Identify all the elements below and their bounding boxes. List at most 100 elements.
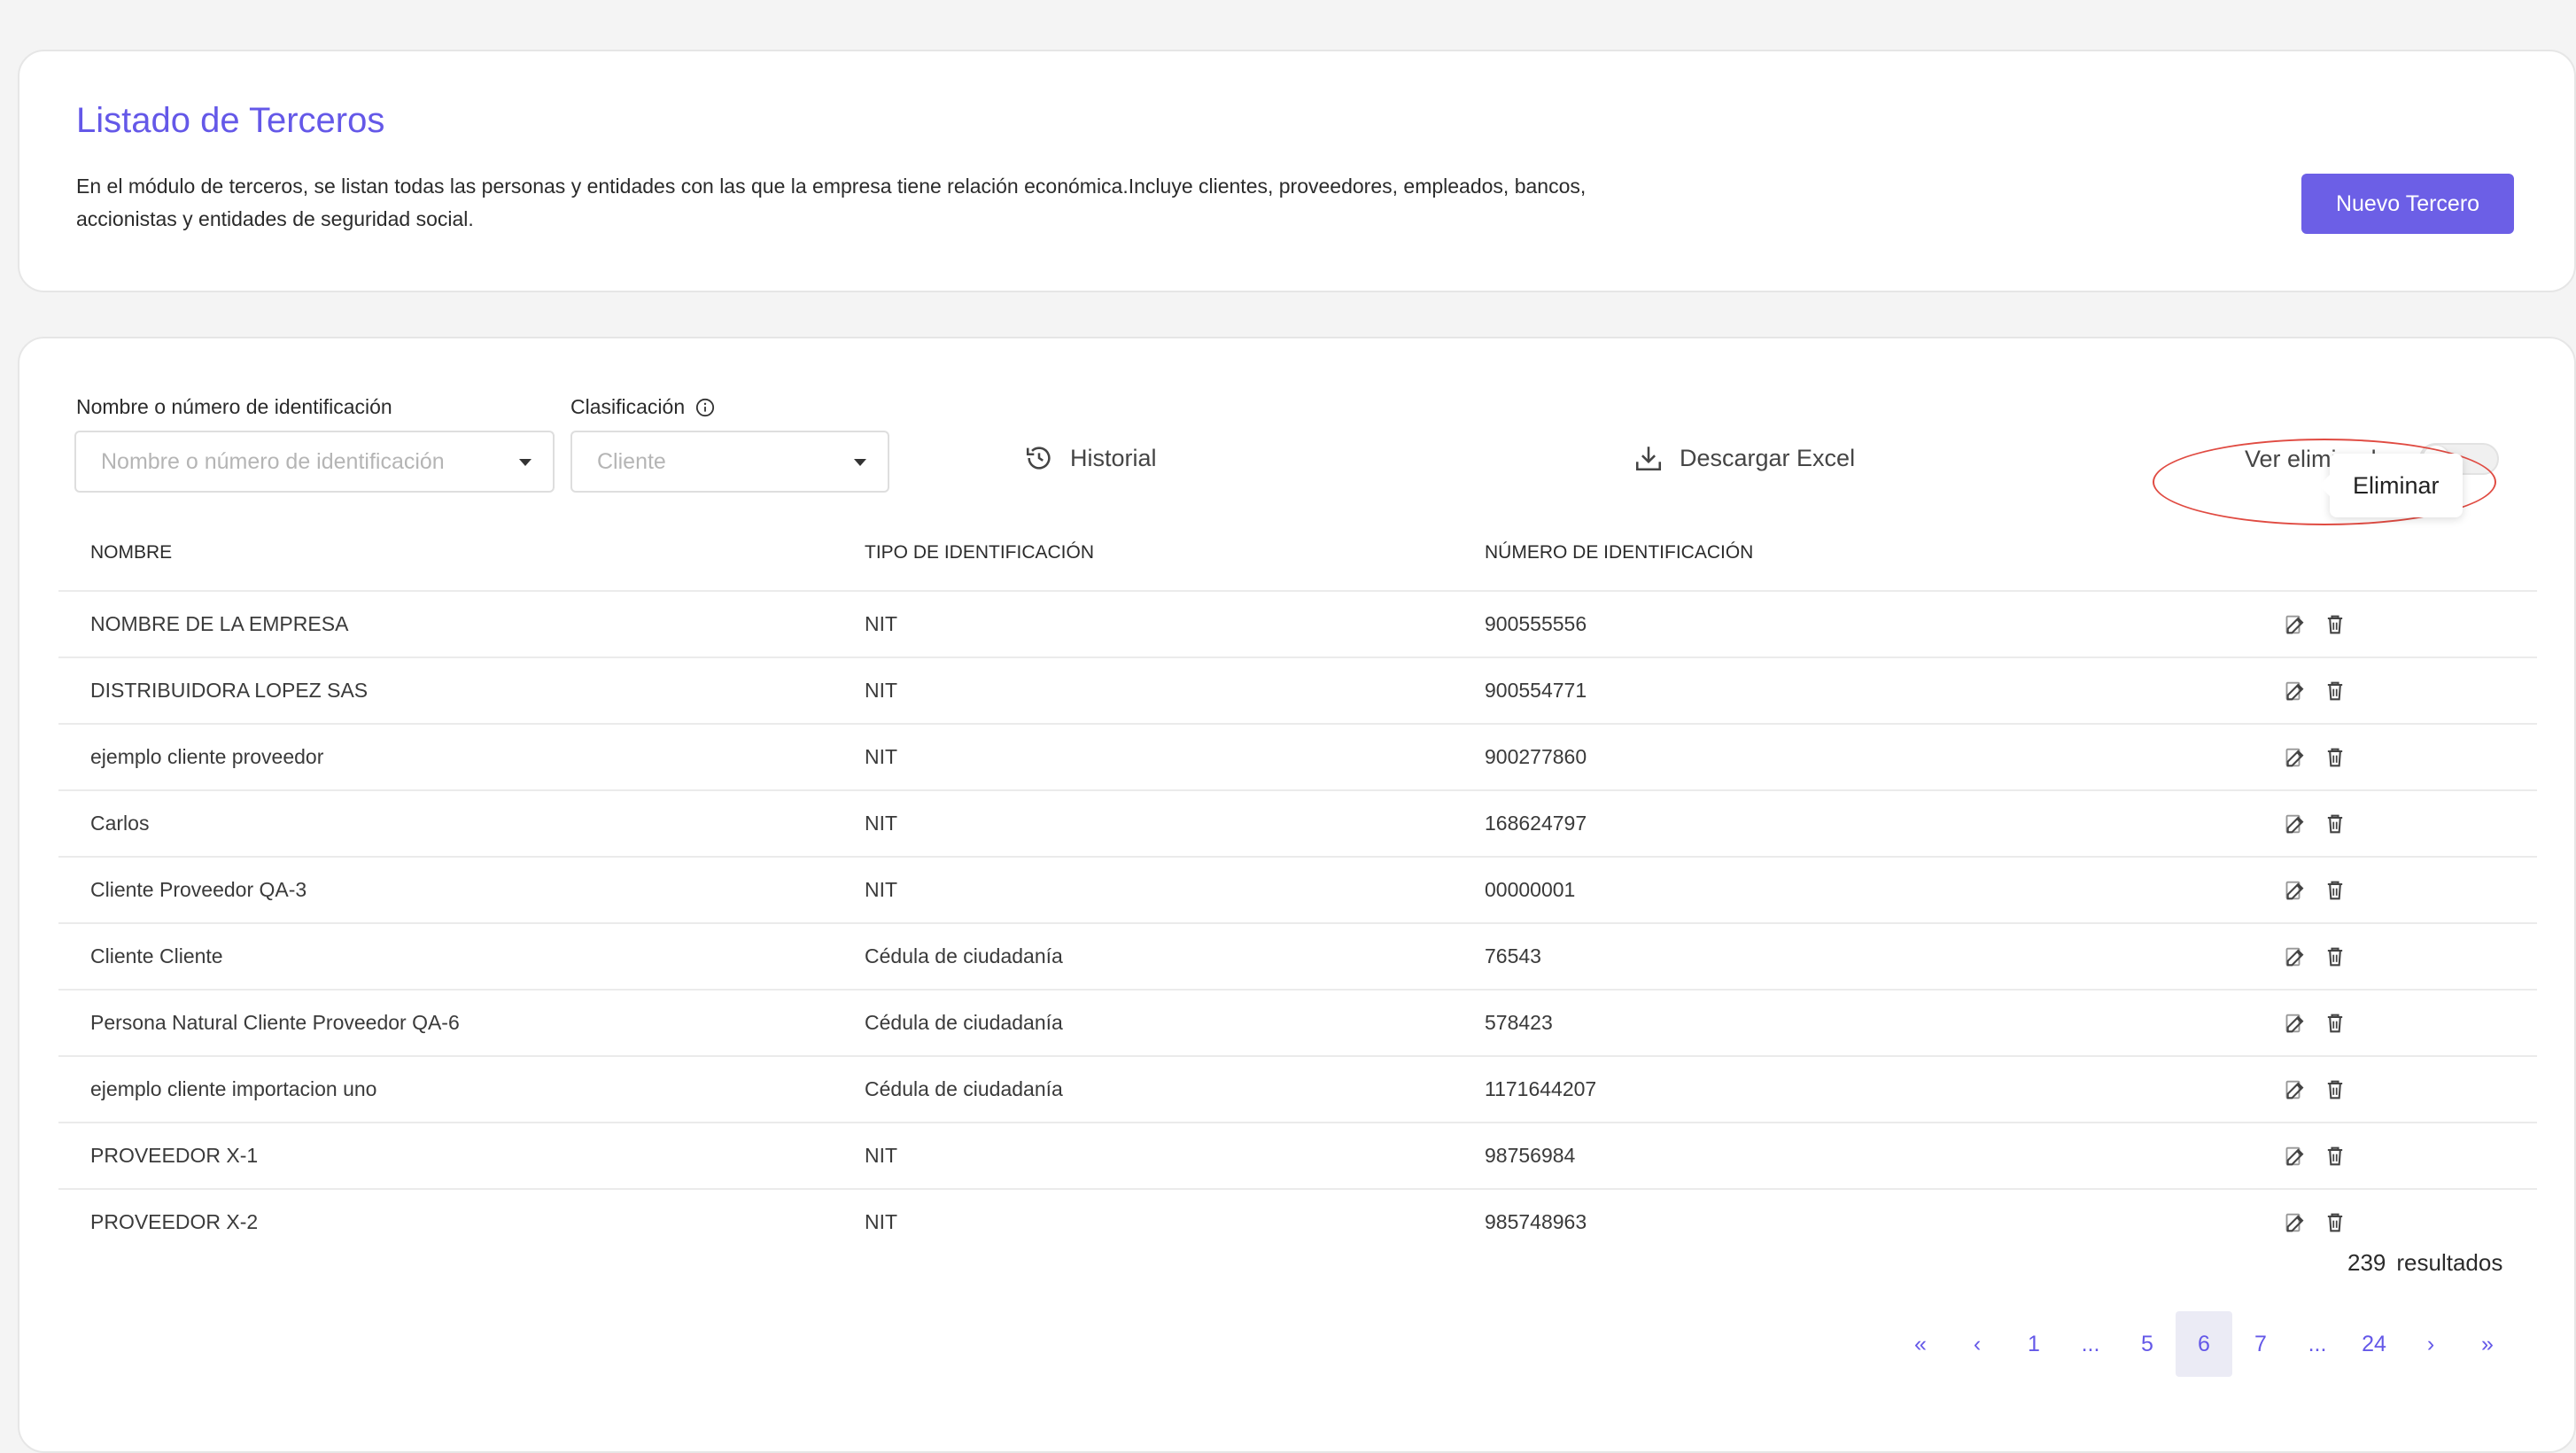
cell-id-type: NIT (833, 724, 1453, 791)
trash-icon[interactable] (2323, 612, 2347, 637)
cell-actions (2207, 990, 2537, 1057)
trash-icon[interactable] (2323, 1077, 2347, 1102)
edit-icon[interactable] (2284, 1011, 2308, 1036)
third-parties-table: NOMBRE TIPO DE IDENTIFICACIÓN NÚMERO DE … (58, 516, 2537, 1255)
edit-icon[interactable] (2284, 944, 2308, 969)
row-actions (2239, 812, 2537, 836)
trash-icon[interactable] (2323, 745, 2347, 770)
row-actions (2239, 1144, 2537, 1169)
cell-actions (2207, 923, 2537, 991)
header-card: Listado de Terceros En el módulo de terc… (18, 50, 2576, 292)
pagination-item[interactable]: 1 (2006, 1311, 2062, 1377)
cell-actions (2207, 1189, 2537, 1255)
cell-id-type: NIT (833, 1123, 1453, 1190)
pagination-item[interactable]: 6 (2176, 1311, 2232, 1377)
page-description: En el módulo de terceros, se listan toda… (76, 175, 1587, 230)
trash-icon[interactable] (2323, 1011, 2347, 1036)
cell-id-number: 00000001 (1453, 857, 2207, 924)
pagination-item[interactable]: 5 (2119, 1311, 2176, 1377)
column-header-id-number[interactable]: NÚMERO DE IDENTIFICACIÓN (1453, 516, 2207, 592)
new-third-party-button[interactable]: Nuevo Tercero (2301, 174, 2514, 234)
history-icon (1026, 447, 1051, 470)
trash-icon[interactable] (2323, 878, 2347, 903)
search-placeholder: Nombre o número de identificación (101, 448, 445, 474)
trash-icon[interactable] (2323, 1144, 2347, 1169)
cell-name: ejemplo cliente proveedor (58, 724, 833, 791)
cell-actions (2207, 857, 2537, 924)
pagination-item[interactable]: « (1892, 1311, 1949, 1377)
pagination-item[interactable]: 7 (2232, 1311, 2289, 1377)
edit-icon[interactable] (2284, 812, 2308, 836)
edit-icon[interactable] (2284, 679, 2308, 703)
edit-icon[interactable] (2284, 745, 2308, 770)
table-row: ejemplo cliente importacion uno Cédula de… (58, 1056, 2537, 1123)
column-header-actions (2207, 516, 2537, 592)
row-actions (2239, 745, 2537, 770)
pagination-item[interactable]: » (2459, 1311, 2516, 1377)
table-row: Persona Natural Cliente Proveedor QA-6 Cé… (58, 990, 2537, 1057)
pagination-item[interactable]: ... (2062, 1311, 2119, 1377)
column-header-name[interactable]: NOMBRE (58, 516, 833, 592)
table-row: Cliente Proveedor QA-3 NIT 00000001 (58, 857, 2537, 924)
chevron-down-icon (854, 459, 866, 466)
edit-icon[interactable] (2284, 878, 2308, 903)
row-actions (2239, 1210, 2537, 1235)
pagination-item[interactable]: 24 (2346, 1311, 2402, 1377)
cell-id-number: 985748963 (1485, 1210, 1587, 1233)
cell-id-type: Cédula de ciudadanía (833, 923, 1453, 991)
search-label: Nombre o número de identificación (76, 395, 392, 418)
cell-id-type: Cédula de ciudadanía (833, 1056, 1453, 1123)
row-actions (2239, 1077, 2537, 1102)
table-row: PROVEEDOR X-1 NIT 98756984 (58, 1123, 2537, 1190)
results-count: 239 resultados (2347, 1249, 2503, 1276)
pagination-item[interactable]: ‹ (1949, 1311, 2006, 1377)
cell-actions (2207, 657, 2537, 725)
row-actions (2239, 944, 2537, 969)
cell-id-type: Cédula de ciudadanía (833, 990, 1453, 1057)
row-actions (2239, 1011, 2537, 1036)
trash-icon[interactable] (2323, 1210, 2347, 1235)
cell-id-number: 98756984 (1453, 1123, 2207, 1190)
cell-id-type: NIT (833, 790, 1453, 858)
table-card: Nombre o número de identificación Nombre… (18, 337, 2576, 1453)
column-header-id-type[interactable]: TIPO DE IDENTIFICACIÓN (833, 516, 1453, 592)
cell-actions (2207, 724, 2537, 791)
cell-name: NOMBRE DE LA EMPRESA (58, 591, 833, 658)
trash-icon[interactable] (2323, 679, 2347, 703)
table-row: Cliente Cliente Cédula de ciudadanía 76543 (58, 923, 2537, 991)
history-link[interactable]: Historial (1024, 443, 1157, 473)
cell-id-type: NIT (833, 657, 1453, 725)
edit-icon[interactable] (2284, 1077, 2308, 1102)
cell-id-number: 900555556 (1453, 591, 2207, 658)
edit-icon[interactable] (2284, 1210, 2308, 1235)
cell-name: PROVEEDOR X-1 (58, 1123, 833, 1190)
cell-name: Cliente Cliente (58, 923, 833, 991)
cell-id-number: 900554771 (1453, 657, 2207, 725)
table-row: NOMBRE DE LA EMPRESA NIT 900555556 (58, 591, 2537, 658)
cell-name: ejemplo cliente importacion uno (58, 1056, 833, 1123)
info-icon[interactable] (695, 398, 715, 417)
cell-actions (2207, 1123, 2537, 1190)
cell-name: Persona Natural Cliente Proveedor QA-6 (58, 990, 833, 1057)
page-title: Listado de Terceros (76, 101, 385, 140)
trash-icon[interactable] (2323, 812, 2347, 836)
classification-label: Clasificación (570, 395, 715, 419)
pagination-item[interactable]: ... (2289, 1311, 2346, 1377)
cell-id-number: 76543 (1453, 923, 2207, 991)
edit-icon[interactable] (2284, 612, 2308, 637)
table-row: Carlos NIT 168624797 (58, 790, 2537, 858)
table-header-row: NOMBRE TIPO DE IDENTIFICACIÓN NÚMERO DE … (58, 516, 2537, 592)
cell-id-type: NIT (833, 591, 1453, 658)
trash-icon[interactable] (2323, 944, 2347, 969)
classification-select[interactable]: Cliente (570, 431, 889, 493)
search-input[interactable]: Nombre o número de identificación (74, 431, 555, 493)
row-actions (2239, 878, 2537, 903)
download-excel-link[interactable]: Descargar Excel (1633, 443, 1855, 473)
cell-id-type: NIT (833, 857, 1453, 924)
cell-actions (2207, 591, 2537, 658)
cell-id-number: 1171644207 (1453, 1056, 2207, 1123)
download-icon (1635, 447, 1662, 471)
edit-icon[interactable] (2284, 1144, 2308, 1169)
cell-id-number: 578423 (1453, 990, 2207, 1057)
pagination-item[interactable]: › (2402, 1311, 2459, 1377)
